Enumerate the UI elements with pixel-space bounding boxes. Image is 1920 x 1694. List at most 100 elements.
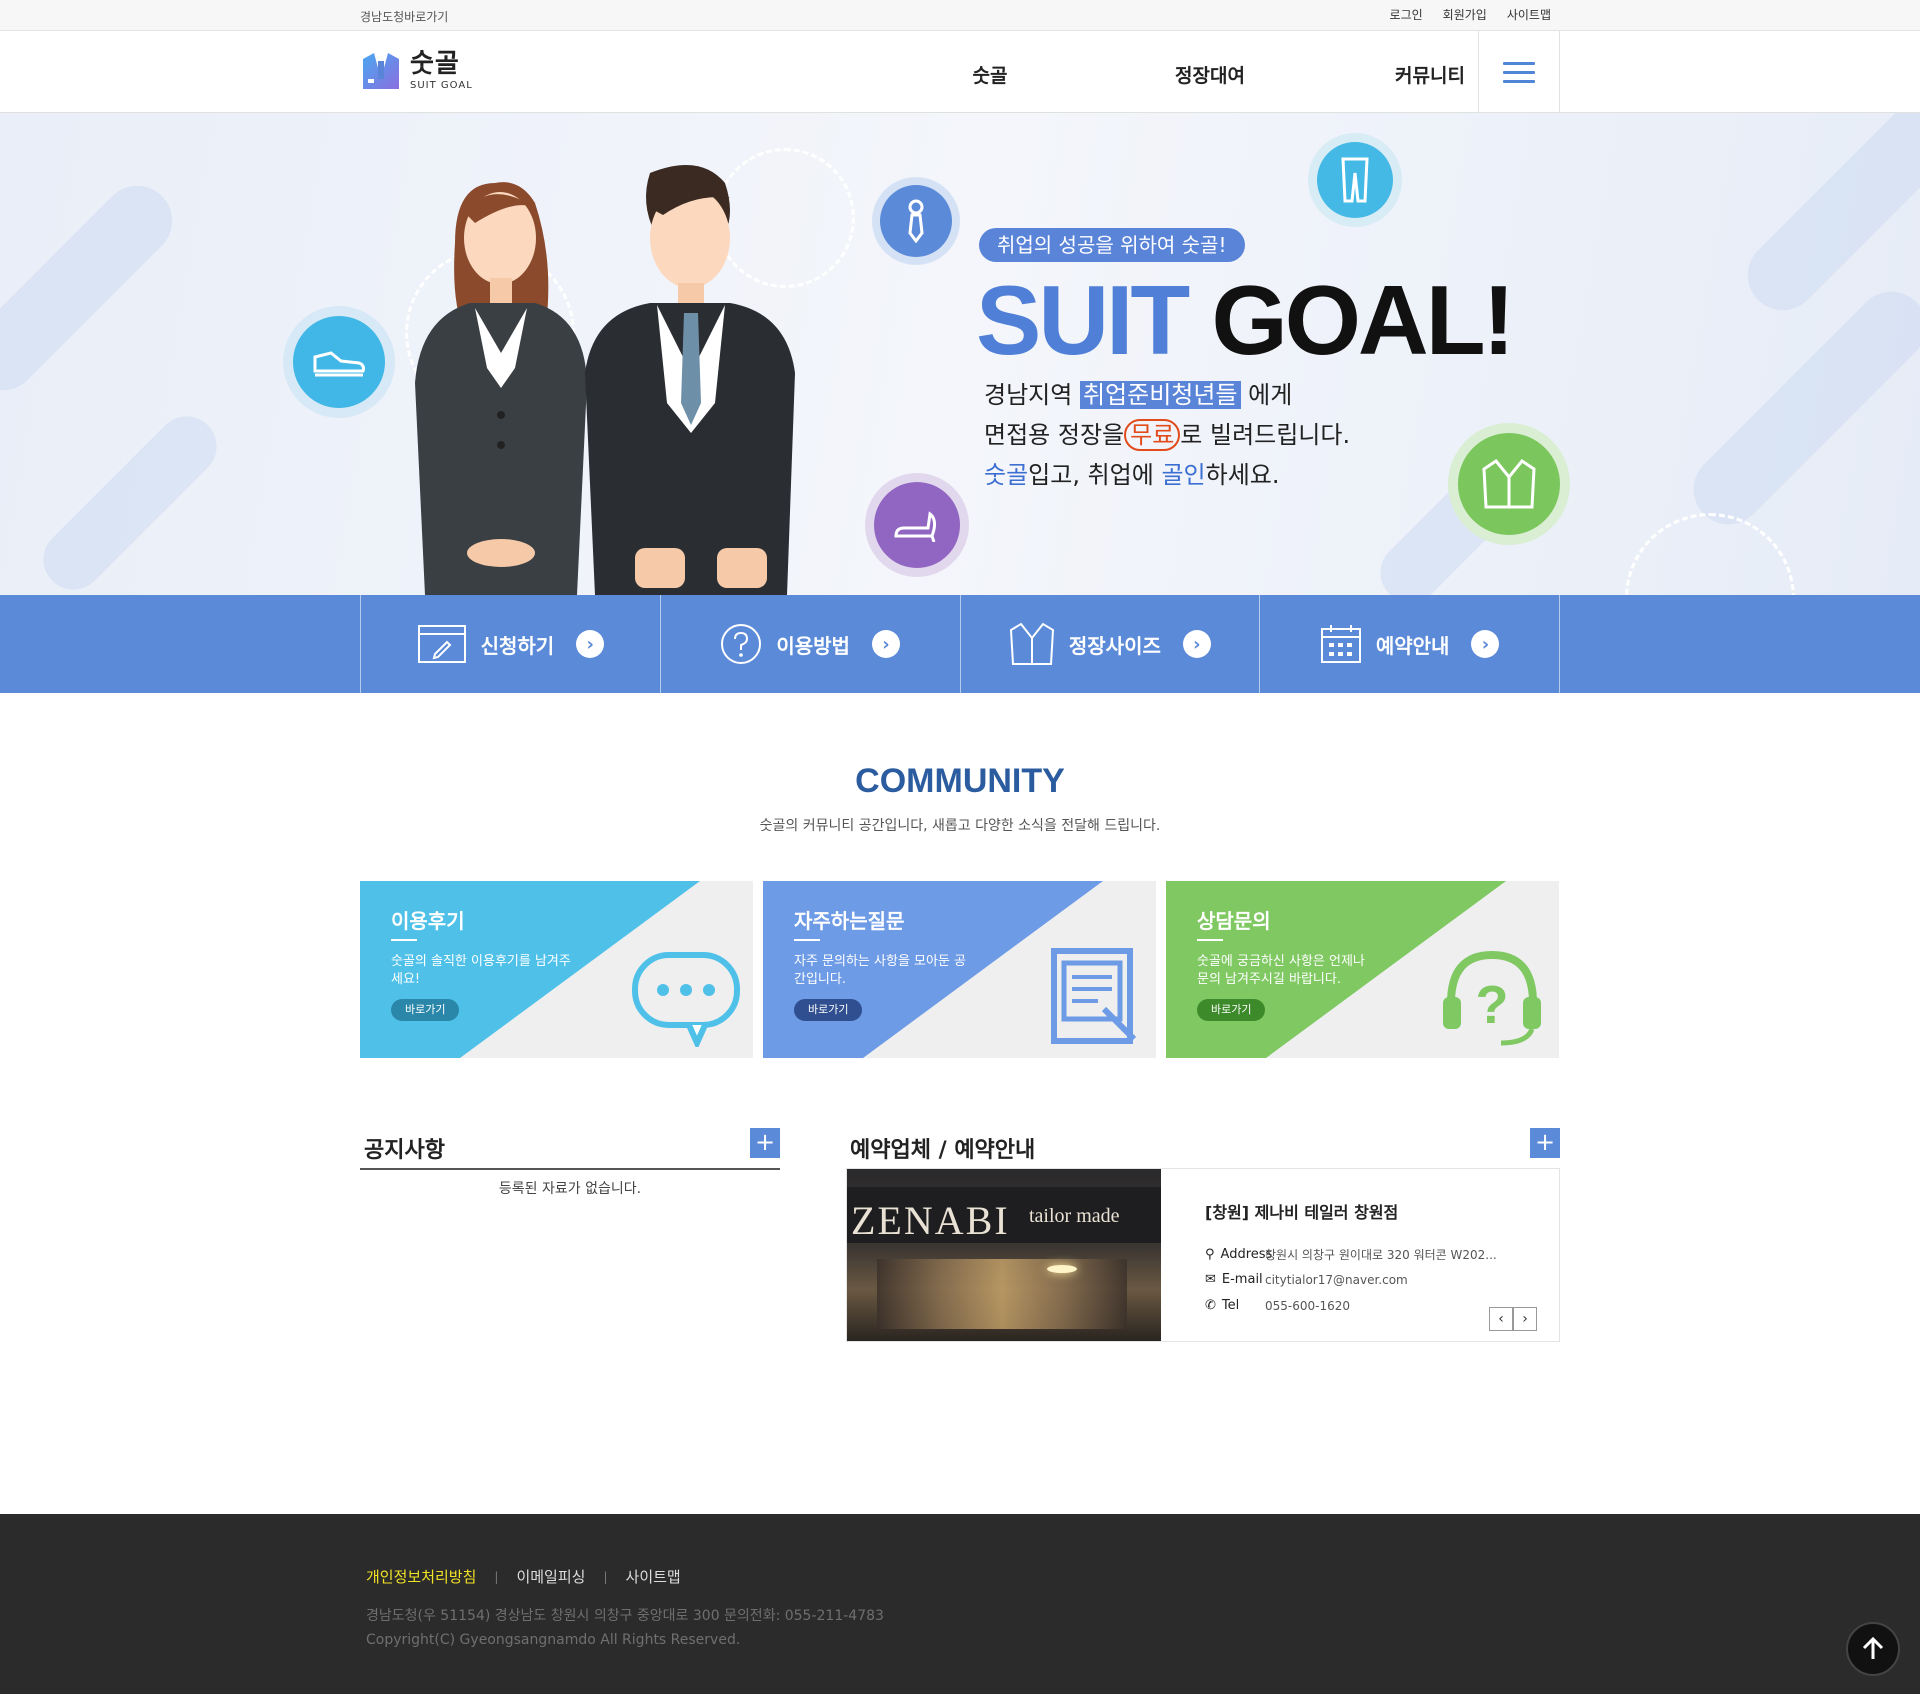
card-divider [1197,939,1223,941]
main-nav: 숫골 정장대여 커뮤니티 [880,61,1540,88]
arrow-up-icon [1862,1636,1884,1659]
notice-header: 공지사항 + [360,1128,780,1170]
nav-item-suitgoal[interactable]: 숫골 [880,61,1100,88]
hamburger-menu-button[interactable] [1478,31,1560,113]
chevron-right-icon: › [1182,630,1211,658]
footer-address: 경남도청(우 51154) 경상남도 창원시 의창구 중앙대로 300 문의전화… [366,1608,884,1624]
login-link[interactable]: 로그인 [1390,6,1423,23]
speech-bubble-icon [632,952,740,1047]
envelope-icon: ✉ [1205,1272,1216,1287]
phone-icon: ✆ [1205,1298,1216,1313]
reservation-header: 예약업체 / 예약안내 + [846,1128,1560,1168]
site-footer: 개인정보처리방침 | 이메일피싱 | 사이트맵 경남도청(우 51154) 경상… [0,1514,1920,1694]
application-form-icon [417,625,466,663]
card-divider [391,939,417,941]
hero-copy-highlight: 취업준비청년들 [1079,381,1241,409]
plus-icon: + [1534,1128,1556,1156]
gov-link[interactable]: 경남도청바로가기 [360,8,448,25]
hero-copy-text: 에게 [1240,381,1293,409]
site-header: 숫골 SUIT GOAL 숫골 정장대여 커뮤니티 [0,31,1920,113]
hero-copy-text: 하세요. [1205,461,1280,489]
utility-links: 로그인 회원가입 사이트맵 [1390,6,1551,23]
shoe-icon [283,306,395,418]
card-title: 상담문의 [1197,909,1271,933]
document-edit-icon [1051,948,1137,1044]
question-circle-icon [721,624,762,664]
privacy-policy-link[interactable]: 개인정보처리방침 [366,1566,476,1587]
quick-how-to-use-label: 이용방법 [776,633,850,658]
nav-item-suit-rental[interactable]: 정장대여 [1100,61,1320,88]
store-photo-brand: ZENABI [851,1198,1010,1243]
card-go-button[interactable]: 바로가기 [794,999,863,1021]
quick-suit-size-label: 정장사이즈 [1068,633,1161,658]
store-tel: 055-600-1620 [1265,1298,1351,1313]
logo-title: 숫골 [410,48,460,79]
hero-copy-text: 경남지역 [984,381,1080,409]
quick-reservation-label: 예약안내 [1375,633,1450,658]
suit-logo-icon [363,53,399,89]
sitemap-link[interactable]: 사이트맵 [1507,6,1551,23]
hero-copy-text: 로 빌려드립니다. [1180,421,1351,449]
store-tel-row: ✆ Tel 055-600-1620 [1205,1298,1350,1313]
suited-people-illustration [415,165,795,595]
site-logo[interactable]: 숫골 SUIT GOAL [360,49,473,91]
svg-text:?: ? [1476,975,1509,1035]
quick-menu: 신청하기 › 이용방법 › 정장사이즈 › 예약안내 › [0,595,1920,693]
quick-how-to-use[interactable]: 이용방법 › [661,595,961,693]
card-description: 숫골의 솔직한 이용후기를 남겨주세요! [391,954,571,987]
chevron-right-icon: › [576,630,605,658]
card-description: 숫골에 궁금하신 사항은 언제나 문의 남겨주시길 바랍니다. [1197,954,1365,987]
hamburger-icon [1503,56,1535,89]
notice-empty-message: 등록된 자료가 없습니다. [498,1181,642,1197]
reservation-title: 예약업체 / 예약안내 [850,1138,1036,1163]
store-photo-brand-sub: tailor made [1029,1205,1120,1227]
card-title: 자주하는질문 [794,909,905,933]
scroll-top-button[interactable] [1846,1622,1900,1676]
join-link[interactable]: 회원가입 [1443,6,1487,23]
hero-copy: 경남지역 취업준비청년들 에게 면접용 정장을 무료 로 빌려드립니다. 숫골입고,… [984,375,1350,495]
community-subtitle: 숫골의 커뮤니티 공간입니다, 새롭고 다양한 소식을 전달해 드립니다. [759,818,1161,834]
card-title: 이용후기 [391,909,465,933]
plus-icon: + [754,1128,776,1156]
tel-label: Tel [1221,1298,1240,1313]
chevron-right-icon: › [871,630,900,658]
slide-pager: ‹ › [1489,1307,1537,1331]
community-title: COMMUNITY [855,762,1065,800]
reservation-more-button[interactable]: + [1530,1128,1560,1158]
quick-apply[interactable]: 신청하기 › [361,595,661,693]
location-pin-icon: ⚲ [1205,1247,1215,1262]
hero-copy-brand: 숫골 [984,461,1029,489]
reservation-slide: ZENABI tailor made [창원] 제나비 테일러 창원점 ⚲ Add… [846,1168,1560,1342]
store-photo[interactable]: ZENABI tailor made [847,1169,1161,1341]
community-cards: 이용후기 숫골의 솔직한 이용후기를 남겨주세요! 바로가기 자주하는질문 자주… [360,881,1560,1058]
footer-info: 경남도청(우 51154) 경상남도 창원시 의창구 중앙대로 300 문의전화… [366,1604,884,1652]
notice-more-button[interactable]: + [750,1128,780,1158]
footer-copyright: Copyright(C) Gyeongsangnamdo All Rights … [366,1632,741,1648]
card-go-button[interactable]: 바로가기 [391,999,460,1021]
card-consultation[interactable]: 상담문의 숫골에 궁금하신 사항은 언제나 문의 남겨주시길 바랍니다. 바로가… [1166,881,1559,1058]
hero-title-goal: GOAL! [1211,265,1515,375]
store-name[interactable]: [창원] 제나비 테일러 창원점 [1205,1199,1398,1223]
jacket-green-icon [1448,423,1570,545]
slide-prev-button[interactable]: ‹ [1489,1307,1513,1331]
footer-separator: | [603,1569,608,1584]
hero-copy-goal: 골인 [1161,461,1206,489]
headset-question-icon: ? [1443,950,1541,1046]
quick-suit-size[interactable]: 정장사이즈 › [961,595,1261,693]
hero-title: SUIT GOAL! [976,265,1515,375]
top-utility-bar: 경남도청바로가기 로그인 회원가입 사이트맵 [0,0,1920,31]
card-divider [794,939,820,941]
jacket-icon [1009,622,1054,665]
card-go-button[interactable]: 바로가기 [1197,999,1266,1021]
hero-badge: 취업의 성공을 위하여 숫골! [979,228,1245,262]
quick-reservation[interactable]: 예약안내 › [1260,595,1560,693]
footer-sitemap-link[interactable]: 사이트맵 [626,1566,681,1587]
calendar-icon [1320,625,1361,663]
hero-title-suit: SUIT [976,265,1190,375]
email-policy-link[interactable]: 이메일피싱 [516,1566,585,1587]
card-faq[interactable]: 자주하는질문 자주 문의하는 사항을 모아둔 공간입니다. 바로가기 [763,881,1156,1058]
email-label: E-mail [1221,1272,1263,1287]
card-reviews[interactable]: 이용후기 숫골의 솔직한 이용후기를 남겨주세요! 바로가기 [360,881,753,1058]
slide-next-button[interactable]: › [1513,1307,1537,1331]
hero-copy-text: 입고, 취업에 [1028,461,1162,489]
